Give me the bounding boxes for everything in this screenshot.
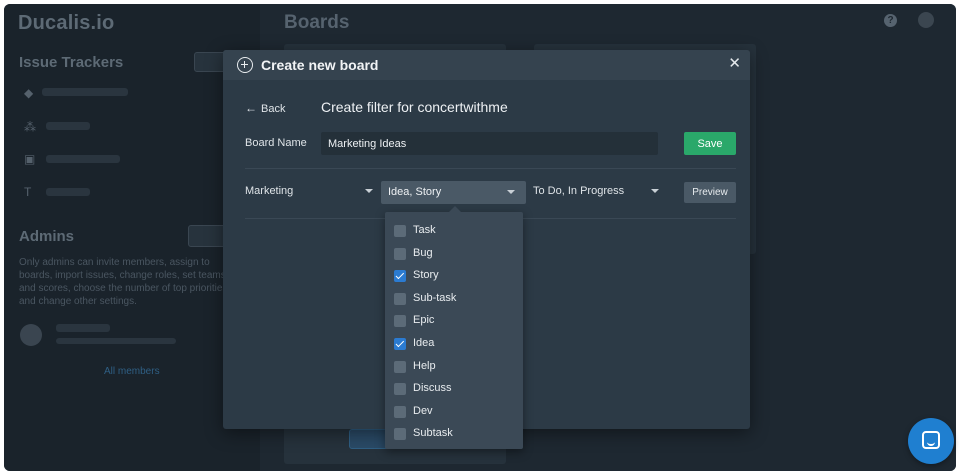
preview-button[interactable]: Preview xyxy=(684,182,736,203)
tracker-name-blurred xyxy=(46,122,90,130)
issue-type-select-value: Idea, Story xyxy=(388,186,442,198)
option-story[interactable]: Story xyxy=(385,265,523,287)
option-epic[interactable]: Epic xyxy=(385,310,523,332)
back-button[interactable]: ← Back xyxy=(245,101,285,115)
option-sub-task[interactable]: Sub-task xyxy=(385,288,523,310)
option-subtask[interactable]: Subtask xyxy=(385,423,523,445)
option-task[interactable]: Task xyxy=(385,220,523,242)
chat-icon xyxy=(922,431,940,449)
page-title: Boards xyxy=(284,12,350,33)
option-label: Idea xyxy=(413,337,435,349)
save-button[interactable]: Save xyxy=(684,132,736,155)
admins-description: Only admins can invite members, assign t… xyxy=(19,257,228,307)
back-label: Back xyxy=(261,103,286,115)
option-label: Epic xyxy=(413,314,435,326)
close-icon[interactable]: ✕ xyxy=(728,56,741,72)
checkbox[interactable] xyxy=(394,248,406,260)
tracker-name-blurred xyxy=(42,88,128,96)
tracker-t-icon: T xyxy=(24,185,32,199)
project-select[interactable]: Marketing xyxy=(245,180,375,202)
option-discuss[interactable]: Discuss xyxy=(385,378,523,400)
admin-email-blurred xyxy=(56,338,176,344)
status-select[interactable]: To Do, In Progress xyxy=(533,180,663,202)
tracker-name-blurred xyxy=(46,155,120,163)
tracker-name-blurred xyxy=(46,188,90,196)
caret-down-icon xyxy=(651,189,659,193)
admin-name-blurred xyxy=(56,324,110,332)
all-members-link[interactable]: All members xyxy=(104,366,160,377)
modal-title: Create new board xyxy=(261,57,379,73)
checkbox[interactable] xyxy=(394,383,406,395)
help-icon[interactable]: ? xyxy=(884,14,897,27)
caret-down-icon xyxy=(365,189,373,193)
option-dev[interactable]: Dev xyxy=(385,401,523,423)
issue-type-dropdown: Task Bug Story Sub-task Epic Idea Help D… xyxy=(385,206,523,449)
checkbox[interactable] xyxy=(394,428,406,440)
jira-icon: ◆ xyxy=(24,86,34,100)
admins-heading: Admins xyxy=(19,228,75,245)
option-idea[interactable]: Idea xyxy=(385,333,523,355)
sidebar: Ducalis.io Issue Trackers ◆ ⁂ ▣ T Admins… xyxy=(4,4,260,471)
divider xyxy=(245,168,736,169)
checkbox[interactable] xyxy=(394,315,406,327)
create-board-button[interactable] xyxy=(349,429,389,449)
checkbox-checked[interactable] xyxy=(394,338,406,350)
option-label: Dev xyxy=(413,405,433,417)
option-label: Bug xyxy=(413,247,433,259)
option-label: Story xyxy=(413,269,439,281)
asana-icon: ⁂ xyxy=(24,120,36,134)
option-help[interactable]: Help xyxy=(385,356,523,378)
checkbox-checked[interactable] xyxy=(394,270,406,282)
checkbox[interactable] xyxy=(394,361,406,373)
option-label: Sub-task xyxy=(413,292,457,304)
checkbox[interactable] xyxy=(394,406,406,418)
option-bug[interactable]: Bug xyxy=(385,243,523,265)
issue-type-select[interactable]: Idea, Story xyxy=(381,181,526,204)
status-select-value: To Do, In Progress xyxy=(533,185,625,197)
board-name-input[interactable] xyxy=(321,132,658,155)
option-label: Task xyxy=(413,224,436,236)
caret-down-icon xyxy=(507,190,515,194)
checkbox[interactable] xyxy=(394,293,406,305)
avatar xyxy=(20,324,42,346)
filter-title: Create filter for concertwithme xyxy=(321,99,508,115)
modal-header: Create new board ✕ xyxy=(223,50,750,80)
project-select-value: Marketing xyxy=(245,185,294,197)
chat-launcher-button[interactable] xyxy=(908,418,954,464)
plus-circle-icon xyxy=(237,57,253,73)
app-window: Ducalis.io Issue Trackers ◆ ⁂ ▣ T Admins… xyxy=(4,4,956,471)
trello-icon: ▣ xyxy=(24,152,36,166)
checkbox[interactable] xyxy=(394,225,406,237)
option-label: Help xyxy=(413,360,436,372)
board-name-label: Board Name xyxy=(245,137,307,149)
option-label: Subtask xyxy=(413,427,453,439)
option-label: Discuss xyxy=(413,382,452,394)
arrow-left-icon: ← xyxy=(245,101,257,115)
user-avatar[interactable] xyxy=(918,12,934,28)
app-logo[interactable]: Ducalis.io xyxy=(18,12,114,35)
issue-trackers-heading: Issue Trackers xyxy=(19,54,124,71)
